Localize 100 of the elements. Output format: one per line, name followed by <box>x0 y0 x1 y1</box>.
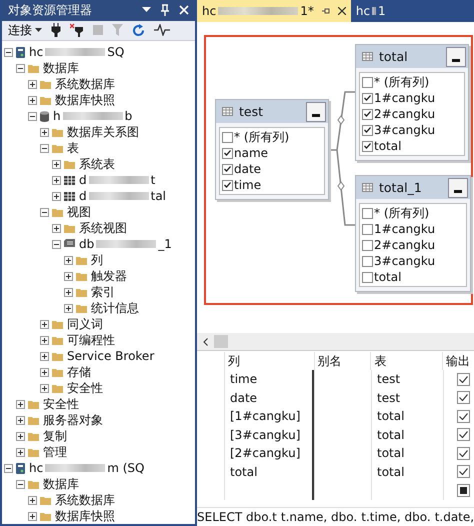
tree-item[interactable]: 触发器 <box>91 268 127 284</box>
connect-button[interactable]: 连接 <box>8 22 42 39</box>
column-checkbox[interactable] <box>222 148 233 158</box>
tree-item[interactable]: 安全性 <box>67 380 103 396</box>
expand-icon[interactable] <box>52 176 61 184</box>
expand-icon[interactable] <box>40 320 49 328</box>
expand-icon[interactable] <box>52 160 61 168</box>
close-icon[interactable] <box>338 7 346 15</box>
expand-icon[interactable] <box>64 288 73 296</box>
document-tab[interactable]: hc 1* <box>197 0 351 22</box>
tree-item[interactable]: Service Broker <box>67 349 154 363</box>
expand-icon[interactable] <box>28 96 37 104</box>
tree-item[interactable]: h <box>53 109 61 123</box>
collapse-icon[interactable] <box>4 464 13 472</box>
column-checkbox[interactable] <box>362 76 373 88</box>
column-checkbox[interactable] <box>362 92 373 104</box>
tree-item[interactable]: 数据库快照 <box>55 92 115 108</box>
tree-item[interactable]: hc <box>29 461 44 475</box>
output-checkbox[interactable] <box>457 465 470 478</box>
minimize-button[interactable] <box>448 178 468 198</box>
scroll-thumb[interactable] <box>214 335 228 348</box>
tree-item[interactable]: 列 <box>91 252 103 268</box>
tree-item[interactable]: 系统数据库 <box>55 492 115 508</box>
tree-item[interactable]: 同义词 <box>67 316 103 332</box>
table-card[interactable]: total * (所有列) 1#cangku 2#cangku 3#cangku total <box>355 44 469 161</box>
expand-icon[interactable] <box>16 432 25 440</box>
expand-icon[interactable] <box>40 128 49 136</box>
output-checkbox[interactable] <box>457 410 470 423</box>
plug-icon[interactable] <box>51 23 61 38</box>
tree-item[interactable]: 安全性 <box>43 396 79 412</box>
column-checkbox[interactable] <box>362 240 373 250</box>
tree-item[interactable]: 可编程性 <box>67 332 115 348</box>
column-checkbox[interactable] <box>362 224 373 234</box>
tree-item[interactable]: 数据库 <box>43 476 79 492</box>
column-checkbox[interactable] <box>222 132 233 142</box>
expand-icon[interactable] <box>40 352 49 360</box>
minimize-button[interactable] <box>306 102 326 122</box>
output-checkbox[interactable] <box>457 428 470 442</box>
tree-item[interactable]: 数据库快照 <box>55 508 115 524</box>
expand-icon[interactable] <box>16 416 25 424</box>
expand-icon[interactable] <box>40 368 49 376</box>
column-checkbox[interactable] <box>362 140 373 152</box>
collapse-icon[interactable] <box>16 480 25 488</box>
pin-icon[interactable] <box>322 8 330 14</box>
expand-icon[interactable] <box>64 272 73 280</box>
activity-icon[interactable] <box>154 24 170 36</box>
column-checkbox[interactable] <box>362 208 373 218</box>
column-checkbox[interactable] <box>362 256 373 266</box>
collapse-icon[interactable] <box>16 64 25 72</box>
tree-item[interactable]: 系统表 <box>79 156 115 172</box>
expand-icon[interactable] <box>40 384 49 392</box>
column-checkbox[interactable] <box>362 108 373 120</box>
tree-item[interactable]: 存储 <box>67 364 91 380</box>
dropdown-icon[interactable] <box>142 7 151 14</box>
tree-item[interactable]: hc <box>29 45 44 59</box>
table-card[interactable]: total_1 * (所有列) 1#cangku 2#cangku 3#cangku total <box>355 175 471 292</box>
expand-icon[interactable] <box>52 192 61 200</box>
column-checkbox[interactable] <box>362 272 373 282</box>
expand-icon[interactable] <box>40 336 49 344</box>
output-checkbox[interactable] <box>457 484 470 497</box>
collapse-icon[interactable] <box>28 112 37 120</box>
tree-item[interactable]: d <box>79 189 87 203</box>
scroll-left-icon[interactable] <box>203 338 208 346</box>
tree-item[interactable]: 索引 <box>91 284 115 300</box>
tree-item[interactable]: 系统视图 <box>79 220 127 236</box>
collapse-icon[interactable] <box>52 240 61 248</box>
disconnect-icon[interactable] <box>70 23 84 38</box>
output-checkbox[interactable] <box>457 446 470 460</box>
tree-item[interactable]: 数据库关系图 <box>67 124 139 140</box>
tree-item[interactable]: 视图 <box>67 204 91 220</box>
expand-icon[interactable] <box>64 304 73 312</box>
horizontal-scrollbar[interactable] <box>197 333 474 351</box>
tree-item[interactable]: d <box>79 173 87 187</box>
tree-item[interactable]: 表 <box>67 140 79 156</box>
document-tab[interactable]: hc 1 <box>350 0 391 22</box>
tree-item[interactable]: 复制 <box>43 428 67 444</box>
expand-icon[interactable] <box>16 400 25 408</box>
expand-icon[interactable] <box>28 80 37 88</box>
column-checkbox[interactable] <box>222 164 233 174</box>
tree-item[interactable]: 服务器对象 <box>43 412 103 428</box>
collapse-icon[interactable] <box>4 48 13 56</box>
collapse-icon[interactable] <box>40 144 49 152</box>
output-checkbox[interactable] <box>457 372 470 386</box>
minimize-button[interactable] <box>446 46 466 66</box>
expand-icon[interactable] <box>28 512 37 520</box>
table-card[interactable]: test * (所有列) name date time <box>215 99 329 200</box>
tree-item[interactable]: 管理 <box>43 444 67 460</box>
tree-item[interactable]: 统计信息 <box>91 300 139 316</box>
expand-icon[interactable] <box>52 224 61 232</box>
expand-icon[interactable] <box>64 256 73 264</box>
expand-icon[interactable] <box>16 448 25 456</box>
tree-item[interactable]: db <box>79 237 94 251</box>
column-checkbox[interactable] <box>222 180 233 190</box>
expand-icon[interactable] <box>28 496 37 504</box>
output-checkbox[interactable] <box>457 391 470 404</box>
tree-item[interactable]: 数据库 <box>43 60 79 76</box>
refresh-icon[interactable] <box>132 24 145 37</box>
column-checkbox[interactable] <box>362 124 373 136</box>
collapse-icon[interactable] <box>40 208 49 216</box>
tree-item[interactable]: 系统数据库 <box>55 76 115 92</box>
